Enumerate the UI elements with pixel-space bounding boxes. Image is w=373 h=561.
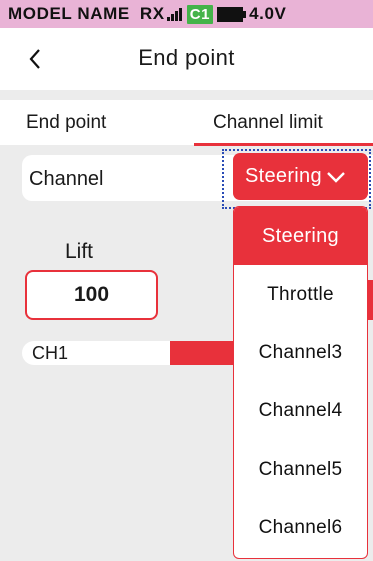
rx-label: RX <box>139 4 165 23</box>
tab-end-point[interactable]: End point <box>26 100 106 145</box>
tab-bar: End point Channel limit <box>0 100 373 146</box>
lift-label: Lift <box>65 240 94 263</box>
rx-indicator: RX <box>140 4 187 24</box>
model-name: MODEL NAME <box>8 4 130 23</box>
channel-select-value: Steering <box>245 165 322 187</box>
voltage-readout: 4.0V <box>249 4 287 23</box>
tab-channel-limit[interactable]: Channel limit <box>213 100 323 145</box>
ch1-bar-fill <box>170 341 240 365</box>
ch1-bar: CH1 <box>22 341 240 365</box>
dropdown-option-throttle[interactable]: Throttle <box>234 265 367 323</box>
page-title: End point <box>138 45 235 70</box>
chevron-down-icon <box>327 171 345 183</box>
title-bar: End point <box>0 28 373 90</box>
lift-value-field[interactable]: 100 <box>25 270 158 320</box>
dropdown-option-channel3[interactable]: Channel3 <box>234 324 367 382</box>
channel-select[interactable]: Steering <box>233 153 368 200</box>
receiver-chip: C1 <box>186 4 214 24</box>
signal-bars-icon <box>166 7 182 21</box>
dropdown-option-channel6[interactable]: Channel6 <box>234 499 367 557</box>
ch1-label: CH1 <box>32 343 69 363</box>
dropdown-option-steering[interactable]: Steering <box>234 207 367 266</box>
status-bar: MODEL NAME RX C1 4.0V <box>0 0 373 28</box>
battery-icon <box>217 6 247 22</box>
dropdown-option-channel4[interactable]: Channel4 <box>234 382 367 440</box>
dropdown-option-channel5[interactable]: Channel5 <box>234 441 367 499</box>
active-tab-indicator <box>194 143 373 146</box>
channel-dropdown-list: Steering Throttle Channel3 Channel4 Chan… <box>233 206 368 559</box>
channel-label: Channel <box>29 168 104 190</box>
